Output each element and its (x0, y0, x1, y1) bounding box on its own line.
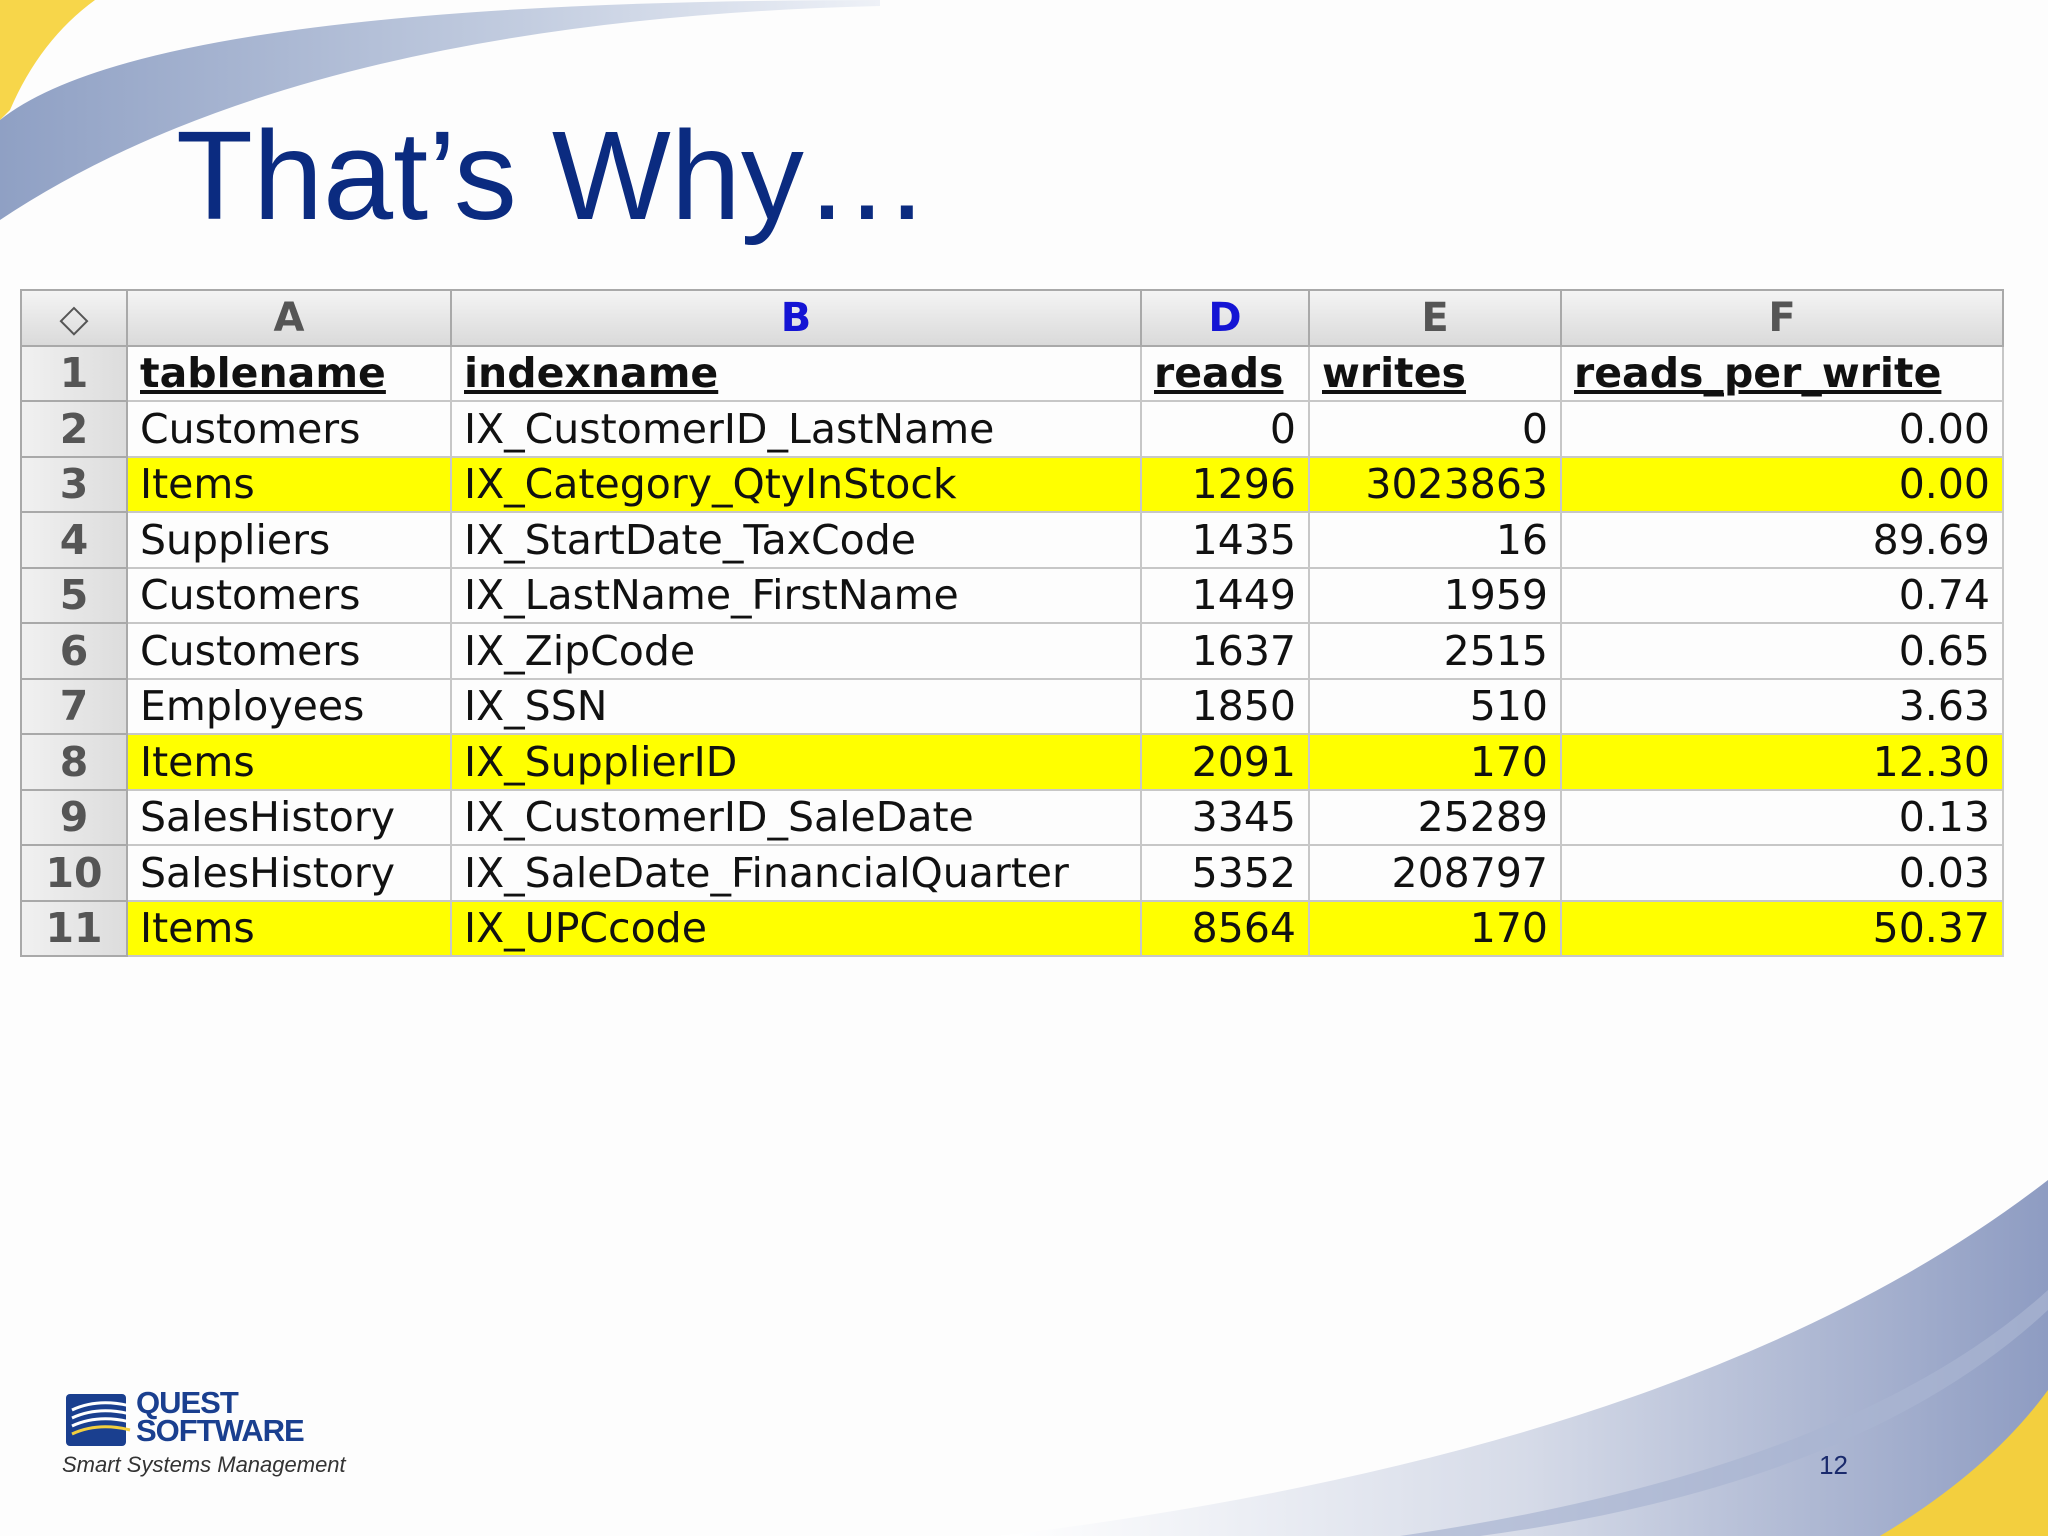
row-number[interactable]: 9 (20, 788, 128, 846)
cell-tablename[interactable]: Items (126, 899, 452, 957)
table-row: 6 Customers IX_ZipCode 1637 2515 0.65 (20, 622, 2004, 680)
logo-tagline: Smart Systems Management (62, 1452, 346, 1477)
table-header-row: 1 tablename indexname reads writes reads… (20, 344, 2004, 402)
column-header-f[interactable]: F (1560, 289, 2004, 347)
row-number[interactable]: 1 (20, 344, 128, 402)
table-row: 4 Suppliers IX_StartDate_TaxCode 1435 16… (20, 511, 2004, 569)
table-row: 10 SalesHistory IX_SaleDate_FinancialQua… (20, 844, 2004, 902)
cell-tablename[interactable]: Customers (126, 566, 452, 624)
row-number[interactable]: 2 (20, 400, 128, 458)
cell-reads[interactable]: 2091 (1140, 733, 1310, 791)
cell-reads[interactable]: 1435 (1140, 511, 1310, 569)
logo-text-software: SOFTWARE (136, 1413, 305, 1448)
cell-reads-per-write[interactable]: 0.74 (1560, 566, 2004, 624)
cell-indexname[interactable]: IX_UPCcode (450, 899, 1142, 957)
cell-writes[interactable]: 170 (1308, 733, 1562, 791)
cell-tablename[interactable]: SalesHistory (126, 788, 452, 846)
slide-title: That’s Why… (176, 105, 930, 246)
column-header-row: ◇ A B D E F (20, 289, 2004, 347)
cell-reads[interactable]: 1296 (1140, 455, 1310, 513)
cell-reads-per-write[interactable]: 0.65 (1560, 622, 2004, 680)
header-reads[interactable]: reads (1140, 344, 1310, 402)
table-row: 9 SalesHistory IX_CustomerID_SaleDate 33… (20, 788, 2004, 846)
column-header-a[interactable]: A (126, 289, 452, 347)
cell-writes[interactable]: 25289 (1308, 788, 1562, 846)
cell-indexname[interactable]: IX_StartDate_TaxCode (450, 511, 1142, 569)
cell-reads[interactable]: 8564 (1140, 899, 1310, 957)
cell-indexname[interactable]: IX_LastName_FirstName (450, 566, 1142, 624)
cell-reads-per-write[interactable]: 0.13 (1560, 788, 2004, 846)
cell-tablename[interactable]: Customers (126, 622, 452, 680)
cell-writes[interactable]: 16 (1308, 511, 1562, 569)
cell-reads-per-write[interactable]: 12.30 (1560, 733, 2004, 791)
cell-indexname[interactable]: IX_CustomerID_SaleDate (450, 788, 1142, 846)
row-number[interactable]: 11 (20, 899, 128, 957)
cell-reads-per-write[interactable]: 0.03 (1560, 844, 2004, 902)
cell-writes[interactable]: 0 (1308, 400, 1562, 458)
cell-tablename[interactable]: Customers (126, 400, 452, 458)
cell-writes[interactable]: 170 (1308, 899, 1562, 957)
table-row: 5 Customers IX_LastName_FirstName 1449 1… (20, 566, 2004, 624)
header-indexname[interactable]: indexname (450, 344, 1142, 402)
cell-reads-per-write[interactable]: 50.37 (1560, 899, 2004, 957)
cell-reads-per-write[interactable]: 89.69 (1560, 511, 2004, 569)
cell-reads-per-write[interactable]: 0.00 (1560, 400, 2004, 458)
table-body: 2 Customers IX_CustomerID_LastName 0 0 0… (20, 400, 2004, 957)
cell-indexname[interactable]: IX_ZipCode (450, 622, 1142, 680)
row-number[interactable]: 5 (20, 566, 128, 624)
header-reads-per-write[interactable]: reads_per_write (1560, 344, 2004, 402)
header-tablename[interactable]: tablename (126, 344, 452, 402)
table-row: 3 Items IX_Category_QtyInStock 1296 3023… (20, 455, 2004, 513)
cell-writes[interactable]: 510 (1308, 677, 1562, 735)
cell-writes[interactable]: 3023863 (1308, 455, 1562, 513)
table-row: 2 Customers IX_CustomerID_LastName 0 0 0… (20, 400, 2004, 458)
quest-logo-icon (66, 1394, 131, 1446)
cell-reads[interactable]: 5352 (1140, 844, 1310, 902)
column-header-d[interactable]: D (1140, 289, 1310, 347)
cell-writes[interactable]: 1959 (1308, 566, 1562, 624)
cell-indexname[interactable]: IX_SaleDate_FinancialQuarter (450, 844, 1142, 902)
cell-tablename[interactable]: Items (126, 733, 452, 791)
table-row: 11 Items IX_UPCcode 8564 170 50.37 (20, 899, 2004, 957)
cell-reads[interactable]: 1637 (1140, 622, 1310, 680)
cell-reads-per-write[interactable]: 3.63 (1560, 677, 2004, 735)
cell-writes[interactable]: 208797 (1308, 844, 1562, 902)
spreadsheet-table: ◇ A B D E F 1 tablename indexname reads … (20, 289, 2004, 957)
table-row: 7 Employees IX_SSN 1850 510 3.63 (20, 677, 2004, 735)
cell-indexname[interactable]: IX_SupplierID (450, 733, 1142, 791)
cell-reads[interactable]: 0 (1140, 400, 1310, 458)
cell-reads-per-write[interactable]: 0.00 (1560, 455, 2004, 513)
row-number[interactable]: 7 (20, 677, 128, 735)
row-number[interactable]: 4 (20, 511, 128, 569)
cell-indexname[interactable]: IX_SSN (450, 677, 1142, 735)
table-row: 8 Items IX_SupplierID 2091 170 12.30 (20, 733, 2004, 791)
cell-indexname[interactable]: IX_Category_QtyInStock (450, 455, 1142, 513)
cell-reads[interactable]: 1850 (1140, 677, 1310, 735)
header-writes[interactable]: writes (1308, 344, 1562, 402)
select-all-corner[interactable]: ◇ (20, 289, 128, 347)
cell-writes[interactable]: 2515 (1308, 622, 1562, 680)
cell-reads[interactable]: 1449 (1140, 566, 1310, 624)
cell-indexname[interactable]: IX_CustomerID_LastName (450, 400, 1142, 458)
cell-tablename[interactable]: SalesHistory (126, 844, 452, 902)
row-number[interactable]: 8 (20, 733, 128, 791)
column-header-b[interactable]: B (450, 289, 1142, 347)
slide: That’s Why… ◇ A B D E F 1 tablename inde… (0, 0, 2048, 1536)
column-header-e[interactable]: E (1308, 289, 1562, 347)
quest-software-logo: QUEST SOFTWARE Smart Systems Management (62, 1386, 392, 1486)
cell-tablename[interactable]: Suppliers (126, 511, 452, 569)
cell-tablename[interactable]: Items (126, 455, 452, 513)
cell-reads[interactable]: 3345 (1140, 788, 1310, 846)
row-number[interactable]: 6 (20, 622, 128, 680)
page-number: 12 (1819, 1450, 1848, 1480)
cell-tablename[interactable]: Employees (126, 677, 452, 735)
row-number[interactable]: 3 (20, 455, 128, 513)
row-number[interactable]: 10 (20, 844, 128, 902)
